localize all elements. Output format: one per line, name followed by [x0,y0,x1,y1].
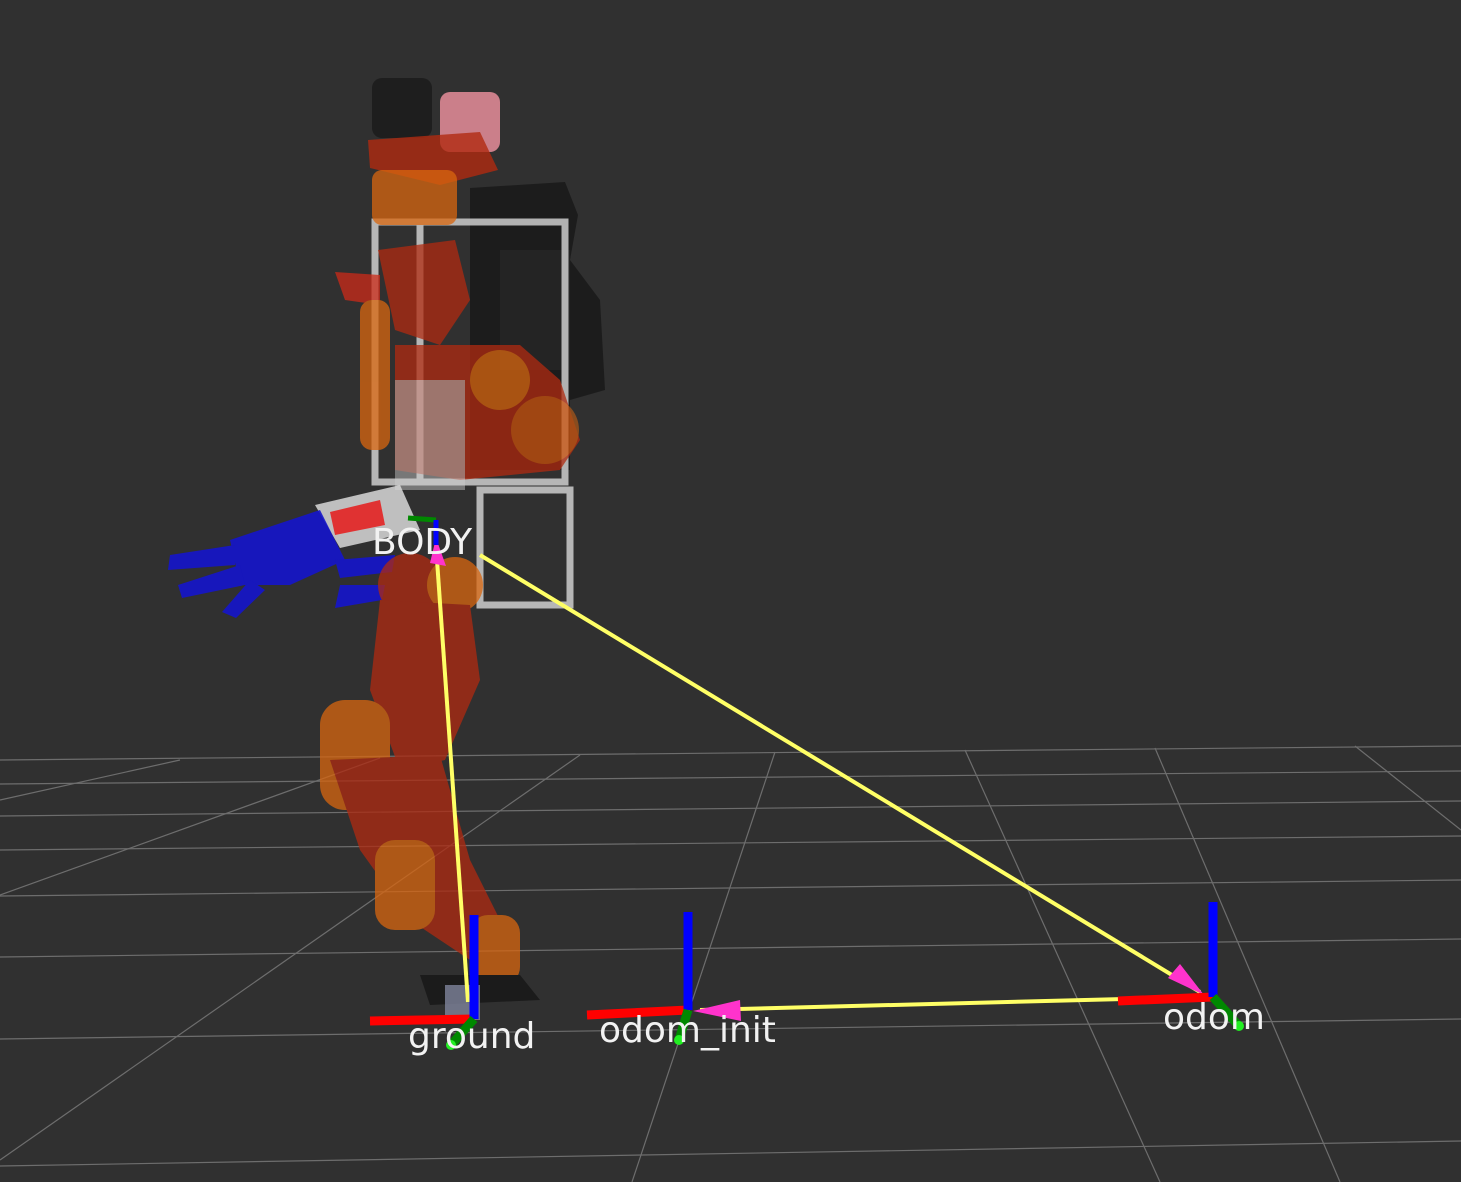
link-body-odom [478,553,1202,994]
ground-grid [0,745,1461,1182]
robot-legs [320,553,540,1020]
label-odom_init: odom_init [599,1010,776,1051]
tf-links [435,553,1202,1012]
robot-head [368,78,500,185]
label-body: BODY [372,522,473,563]
scene-canvas[interactable]: BODY ground odom_init odom [0,0,1461,1182]
3d-viewport[interactable]: BODY ground odom_init odom [0,0,1461,1182]
arrow-head-odom [1168,964,1204,995]
label-odom: odom [1163,997,1265,1038]
label-ground: ground [408,1016,535,1057]
